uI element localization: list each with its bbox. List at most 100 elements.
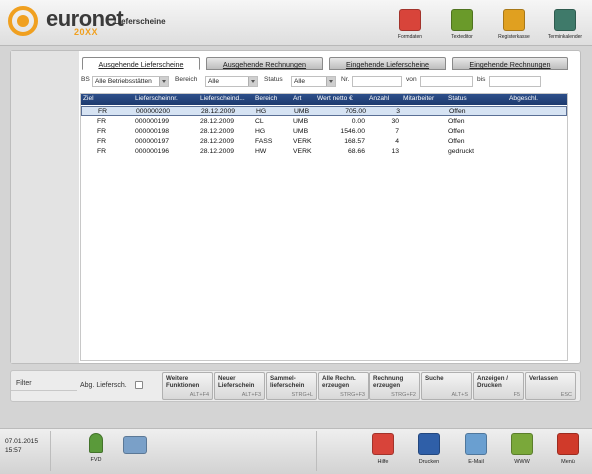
cell-bereich: HW [255, 148, 267, 155]
chevron-down-icon [159, 77, 168, 86]
cell-art: VERK [293, 138, 312, 145]
pencil-icon [451, 9, 473, 31]
bis-input[interactable] [489, 76, 541, 87]
terminkalender-button[interactable]: Terminkalender [543, 9, 587, 43]
abg-lieferschein-checkbox[interactable] [135, 381, 143, 389]
cell-anzahl: 4 [395, 138, 399, 145]
column-header[interactable]: Ziel [83, 95, 94, 102]
printer-icon [418, 433, 440, 455]
cell-art: UMB [293, 118, 309, 125]
brand-sub: 20XX [74, 27, 99, 37]
menu-button[interactable]: Menü [551, 433, 585, 465]
weitere-funktionen-button[interactable]: Weitere Funktionen ALT+F4 [162, 372, 213, 400]
table-row[interactable]: FR 000000198 28.12.2009 HG UMB 1546.00 7… [81, 127, 567, 137]
cell-nr: 000000196 [135, 148, 170, 155]
divider [316, 431, 317, 471]
column-header[interactable]: Mitarbeiter [403, 95, 434, 102]
bereich-select[interactable]: Alle [205, 76, 258, 87]
column-header[interactable]: Bereich [255, 95, 277, 102]
calendar-icon [554, 9, 576, 31]
tab-ausgehende-lieferscheine[interactable]: Ausgehende Lieferscheine [82, 57, 200, 70]
hilfe-button[interactable]: Hilfe [366, 433, 400, 465]
formdaten-button[interactable]: Formdaten [388, 9, 432, 43]
status-label: Status [264, 76, 283, 83]
alle-rechnungen-erzeugen-button[interactable]: Alle Rechn. erzeugen STRG+F3 [318, 372, 369, 400]
cell-art: UMB [293, 128, 309, 135]
column-header[interactable]: Wert netto € [317, 95, 353, 102]
cash-register-icon [503, 9, 525, 31]
bs-select[interactable]: Alle Betriebsstätten [92, 76, 169, 87]
cell-nr: 000000198 [135, 128, 170, 135]
cell-ziel: FR [97, 148, 107, 155]
cell-bereich: CL [255, 118, 264, 125]
suche-button[interactable]: Suche ALT+S [421, 372, 472, 400]
drucken-button[interactable]: Drucken [412, 433, 446, 465]
cell-anzahl: 3 [396, 108, 400, 115]
bis-label: bis [477, 76, 486, 83]
cell-wert: 68.66 [347, 148, 365, 155]
time-text: 15:57 [5, 447, 22, 454]
von-input[interactable] [420, 76, 473, 87]
neuer-lieferschein-button[interactable]: Neuer Lieferschein ALT+F3 [214, 372, 265, 400]
cell-ziel: FR [97, 128, 107, 135]
tab-ausgehende-rechnungen[interactable]: Ausgehende Rechnungen [206, 57, 323, 70]
cell-datum: 28.12.2009 [201, 108, 236, 115]
status-select[interactable]: Alle [291, 76, 336, 87]
column-header[interactable]: Abgeschl. [509, 95, 538, 102]
left-strip [11, 51, 79, 363]
cell-datum: 28.12.2009 [200, 148, 235, 155]
fvd-button[interactable]: FVD [79, 433, 113, 463]
cell-status: Offen [448, 138, 465, 145]
verlassen-button[interactable]: Verlassen ESC [525, 372, 576, 400]
cell-anzahl: 30 [391, 118, 399, 125]
table-row[interactable]: FR 000000200 28.12.2009 HG UMB 705.00 3 … [81, 106, 567, 116]
cell-status: gedruckt [448, 148, 475, 155]
cell-art: VERK [293, 148, 312, 155]
cell-datum: 28.12.2009 [200, 118, 235, 125]
cell-wert: 705.00 [345, 108, 366, 115]
table-row[interactable]: FR 000000199 28.12.2009 CL UMB 0.00 30 O… [81, 117, 567, 127]
cell-nr: 000000199 [135, 118, 170, 125]
table-row[interactable]: FR 000000196 28.12.2009 HW VERK 68.66 13… [81, 147, 567, 157]
cell-wert: 0.00 [351, 118, 365, 125]
von-label: von [406, 76, 417, 83]
table-header: Ziel Lieferscheinnr. Lieferscheind... Be… [81, 94, 567, 105]
email-icon [465, 433, 487, 455]
cell-art: UMB [294, 108, 310, 115]
divider [50, 431, 51, 471]
tab-eingehende-rechnungen[interactable]: Eingehende Rechnungen [452, 57, 568, 70]
app-header: euronet 20XX Lieferscheine Formdaten Tex… [0, 0, 592, 46]
cell-ziel: FR [98, 108, 108, 115]
anzeigen-drucken-button[interactable]: Anzeigen / Drucken F5 [473, 372, 524, 400]
column-header[interactable]: Art [293, 95, 301, 102]
www-button[interactable]: WWW [505, 433, 539, 465]
network-button[interactable] [118, 433, 152, 454]
menu-grid-icon [557, 433, 579, 455]
chevron-down-icon [248, 77, 257, 86]
table-row[interactable]: FR 000000197 28.12.2009 FASS VERK 168.57… [81, 137, 567, 147]
cell-bereich: HG [255, 128, 266, 135]
filter-label[interactable]: Filter [16, 380, 32, 387]
email-button[interactable]: E-Mail [459, 433, 493, 465]
tab-eingehende-lieferscheine[interactable]: Eingehende Lieferscheine [329, 57, 446, 70]
sammellieferschein-button[interactable]: Sammel- lieferschein STRG+L [266, 372, 317, 400]
cell-wert: 168.57 [344, 138, 365, 145]
nr-input[interactable] [352, 76, 402, 87]
column-header[interactable]: Lieferscheind... [200, 95, 245, 102]
column-header[interactable]: Lieferscheinnr. [135, 95, 178, 102]
column-header[interactable]: Status [448, 95, 467, 102]
divider [11, 390, 77, 391]
cell-datum: 28.12.2009 [200, 138, 235, 145]
cell-bereich: HG [256, 108, 267, 115]
registerkasse-button[interactable]: Registerkasse [492, 9, 536, 43]
cell-nr: 000000200 [136, 108, 171, 115]
cell-bereich: FASS [255, 138, 273, 145]
cell-nr: 000000197 [135, 138, 170, 145]
texteditor-button[interactable]: Texteditor [440, 9, 484, 43]
bs-label: BS [81, 76, 90, 83]
rechnung-erzeugen-button[interactable]: Rechnung erzeugen STRG+F2 [369, 372, 420, 400]
cell-status: Offen [448, 118, 465, 125]
cell-ziel: FR [97, 138, 107, 145]
column-header[interactable]: Anzahl [369, 95, 389, 102]
module-title: Lieferscheine [114, 17, 166, 26]
